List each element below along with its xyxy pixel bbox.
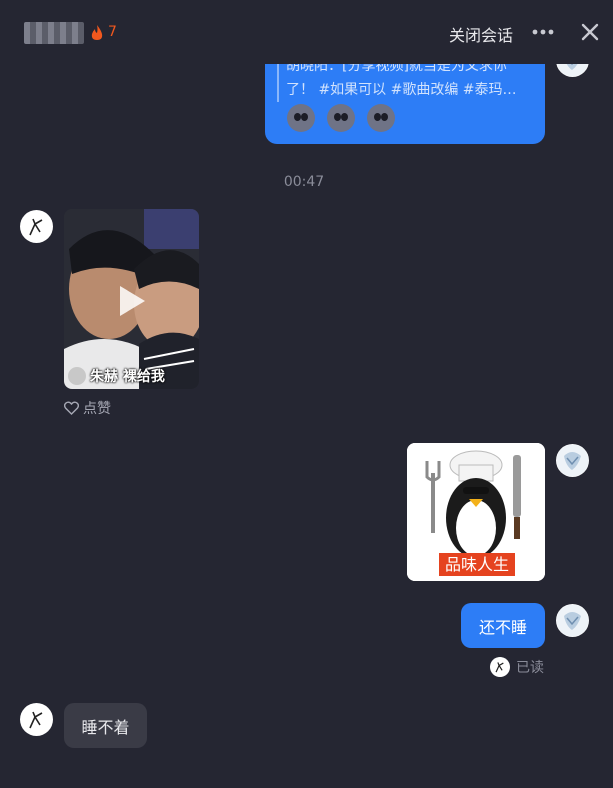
my-avatar[interactable]: [556, 444, 589, 477]
emoji-face-icon: [367, 104, 395, 132]
contact-avatar[interactable]: [20, 210, 53, 243]
shared-quote-line2: 了！ #如果可以 #歌曲改编 #泰玛…: [286, 82, 517, 98]
fire-icon: [90, 24, 104, 41]
video-caption-text: 朱赫 裸给我: [90, 369, 165, 385]
like-button[interactable]: 点赞: [64, 398, 111, 418]
sticker-message[interactable]: 品味人生: [407, 443, 545, 581]
close-icon[interactable]: [580, 22, 600, 46]
chat-header: ■■■■ 7 关闭会话: [0, 0, 613, 64]
my-text-bubble[interactable]: 还不睡: [461, 603, 545, 648]
play-icon[interactable]: [116, 283, 148, 319]
more-options-icon[interactable]: [532, 22, 554, 46]
sticker-caption: 品味人生: [439, 553, 516, 576]
reader-avatar: [490, 657, 510, 677]
video-caption: 朱赫 裸给我: [64, 365, 199, 387]
streak-count: 7: [108, 24, 117, 40]
time-divider: 00:47: [283, 174, 325, 190]
read-receipt: 已读: [490, 657, 544, 677]
contact-name-blurred[interactable]: ■■■■: [24, 22, 84, 44]
emoji-face-icon: [327, 104, 355, 132]
chat-area: 胡晓阳：[分享视频]就当是为父求你 了！ #如果可以 #歌曲改编 #泰玛… 00…: [0, 0, 613, 788]
like-label: 点赞: [83, 401, 111, 417]
emoji-row: [287, 104, 395, 132]
their-text-bubble[interactable]: 睡不着: [64, 703, 147, 748]
video-message[interactable]: 朱赫 裸给我: [64, 209, 199, 389]
streak-badge: 7: [90, 20, 117, 44]
my-avatar[interactable]: [556, 604, 589, 637]
read-label: 已读: [516, 660, 544, 676]
contact-avatar[interactable]: [20, 703, 53, 736]
close-conversation-button[interactable]: 关闭会话: [449, 22, 513, 46]
emoji-face-icon: [287, 104, 315, 132]
caption-avatar: [68, 367, 86, 385]
heart-icon: [64, 401, 79, 415]
